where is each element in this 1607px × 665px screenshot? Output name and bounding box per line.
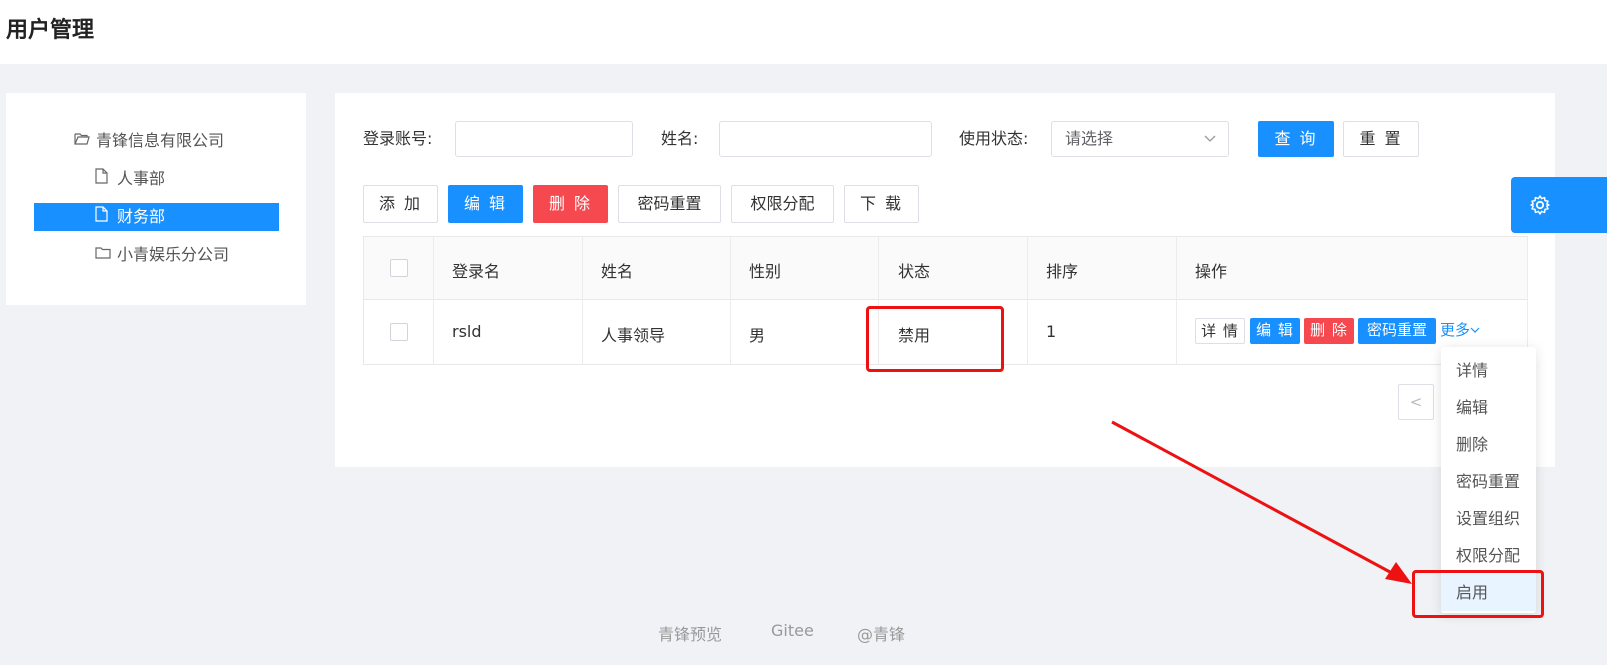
footer-link-preview[interactable]: 青锋预览 xyxy=(658,621,722,645)
gear-icon xyxy=(1529,194,1551,220)
footer-link-gitee[interactable]: Gitee xyxy=(771,621,814,640)
footer-link-author[interactable]: @青锋 xyxy=(857,621,905,645)
arrow-annotation xyxy=(1111,420,1412,584)
settings-button[interactable] xyxy=(1511,177,1607,233)
